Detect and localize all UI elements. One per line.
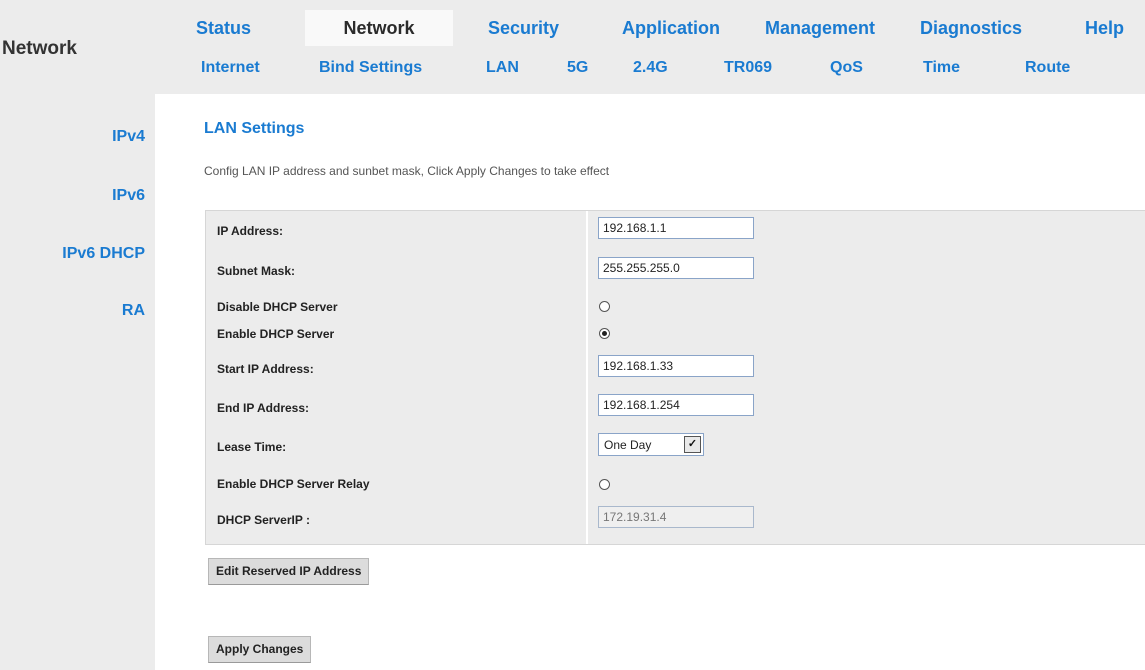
main-navigation: Status Network Security Application Mana… (0, 10, 1145, 46)
lease-time-label: Lease Time: (217, 440, 287, 454)
enable-dhcp-radio[interactable] (599, 328, 610, 339)
sidebar-item-ipv6[interactable]: IPv6 (112, 187, 145, 205)
subnet-mask-input[interactable]: 255.255.255.0 (598, 257, 754, 279)
enable-dhcp-label: Enable DHCP Server (217, 327, 335, 341)
tab-application[interactable]: Application (622, 10, 720, 46)
subtab-lan[interactable]: LAN (486, 50, 519, 86)
tab-status[interactable]: Status (196, 10, 251, 46)
column-divider (586, 211, 588, 544)
dhcp-server-ip-label: DHCP ServerIP : (217, 513, 310, 527)
subtab-tr069[interactable]: TR069 (724, 50, 772, 86)
subtab-route[interactable]: Route (1025, 50, 1070, 86)
tab-management[interactable]: Management (765, 10, 875, 46)
edit-reserved-ip-button[interactable]: Edit Reserved IP Address (208, 558, 370, 585)
sidebar-item-ra[interactable]: RA (122, 302, 145, 320)
start-ip-label: Start IP Address: (217, 362, 314, 376)
tab-diagnostics[interactable]: Diagnostics (920, 10, 1022, 46)
subtab-qos[interactable]: QoS (830, 50, 863, 86)
page-description: Config LAN IP address and sunbet mask, C… (204, 164, 610, 178)
lease-time-select[interactable]: One Day ✓ (598, 433, 704, 456)
ip-address-input[interactable]: 192.168.1.1 (598, 217, 754, 239)
dhcp-server-ip-input[interactable]: 172.19.31.4 (598, 506, 754, 528)
page-title: LAN Settings (204, 120, 305, 137)
subtab-5g[interactable]: 5G (567, 50, 588, 86)
ip-address-label: IP Address: (217, 224, 284, 238)
disable-dhcp-radio[interactable] (599, 301, 610, 312)
end-ip-input[interactable]: 192.168.1.254 (598, 394, 754, 416)
start-ip-input[interactable]: 192.168.1.33 (598, 355, 754, 377)
subnet-mask-label: Subnet Mask: (217, 264, 296, 278)
dhcp-relay-radio[interactable] (599, 479, 610, 490)
dhcp-relay-label: Enable DHCP Server Relay (217, 477, 370, 491)
subtab-time[interactable]: Time (923, 50, 960, 86)
subtab-bind-settings[interactable]: Bind Settings (319, 50, 422, 86)
chevron-down-icon[interactable]: ✓ (684, 436, 701, 453)
sidebar-item-ipv4[interactable]: IPv4 (112, 128, 145, 146)
lan-settings-form: IP Address: 192.168.1.1 Subnet Mask: 255… (205, 210, 1145, 545)
disable-dhcp-label: Disable DHCP Server (217, 300, 338, 314)
subtab-2-4g[interactable]: 2.4G (633, 50, 668, 86)
sidebar: IPv4 IPv6 IPv6 DHCP RA (0, 94, 155, 670)
top-navigation-bar: Network Status Network Security Applicat… (0, 0, 1145, 94)
end-ip-label: End IP Address: (217, 401, 310, 415)
lease-time-value: One Day (604, 438, 652, 452)
main-content: LAN Settings Config LAN IP address and s… (155, 94, 1145, 670)
subtab-internet[interactable]: Internet (201, 50, 260, 86)
tab-network[interactable]: Network (305, 10, 453, 46)
sidebar-item-ipv6-dhcp[interactable]: IPv6 DHCP (62, 245, 145, 263)
tab-security[interactable]: Security (488, 10, 559, 46)
sub-navigation: Internet Bind Settings LAN 5G 2.4G TR069… (0, 50, 1145, 86)
tab-help[interactable]: Help (1085, 10, 1124, 46)
apply-changes-button[interactable]: Apply Changes (208, 636, 312, 663)
